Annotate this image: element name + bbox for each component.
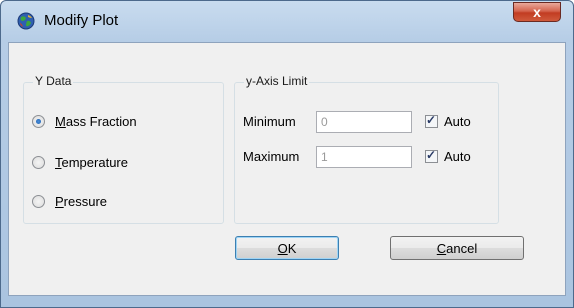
y-data-group-label: Y Data bbox=[33, 74, 74, 88]
minimum-label: Minimum bbox=[243, 114, 296, 129]
y-axis-limit-group: y-Axis Limit Minimum 0 Auto Maximum 1 Au… bbox=[234, 74, 499, 224]
radio-button-icon[interactable] bbox=[32, 195, 45, 208]
checkbox-icon[interactable] bbox=[425, 113, 438, 128]
maximum-auto-checkbox[interactable]: Auto bbox=[425, 148, 471, 164]
radio-label-temperature: Temperature bbox=[55, 155, 128, 170]
globe-icon bbox=[17, 12, 35, 30]
radio-mass-fraction[interactable]: Mass Fraction bbox=[32, 114, 137, 129]
checkbox-icon[interactable] bbox=[425, 148, 438, 163]
minimum-input[interactable]: 0 bbox=[316, 111, 412, 133]
close-button[interactable]: x bbox=[513, 2, 561, 22]
cancel-button-label: Cancel bbox=[436, 240, 478, 256]
maximum-input[interactable]: 1 bbox=[316, 146, 412, 168]
cancel-button[interactable]: Cancel bbox=[390, 236, 524, 260]
close-icon: x bbox=[533, 4, 541, 20]
maximum-label: Maximum bbox=[243, 149, 300, 164]
maximum-auto-label: Auto bbox=[444, 149, 471, 164]
radio-pressure[interactable]: Pressure bbox=[32, 194, 107, 209]
radio-label-pressure: Pressure bbox=[55, 194, 108, 209]
radio-button-icon[interactable] bbox=[32, 156, 45, 169]
y-data-group: Y Data Mass Fraction Temperature Pressur… bbox=[23, 74, 224, 224]
radio-label-mass-fraction: Mass Fraction bbox=[55, 114, 137, 129]
radio-temperature[interactable]: Temperature bbox=[32, 155, 128, 170]
minimum-auto-label: Auto bbox=[444, 114, 471, 129]
minimum-auto-checkbox[interactable]: Auto bbox=[425, 113, 471, 129]
ok-button-label: OK bbox=[277, 240, 297, 256]
dialog-client-area: Y Data Mass Fraction Temperature Pressur… bbox=[8, 42, 566, 296]
radio-button-icon[interactable] bbox=[32, 115, 45, 128]
dialog-window: Modify Plot x Y Data Mass Fraction Tempe… bbox=[0, 0, 574, 308]
ok-button[interactable]: OK bbox=[235, 236, 339, 260]
y-axis-limit-group-label: y-Axis Limit bbox=[244, 74, 310, 88]
window-title: Modify Plot bbox=[44, 12, 119, 29]
title-bar[interactable]: Modify Plot x bbox=[1, 1, 573, 41]
